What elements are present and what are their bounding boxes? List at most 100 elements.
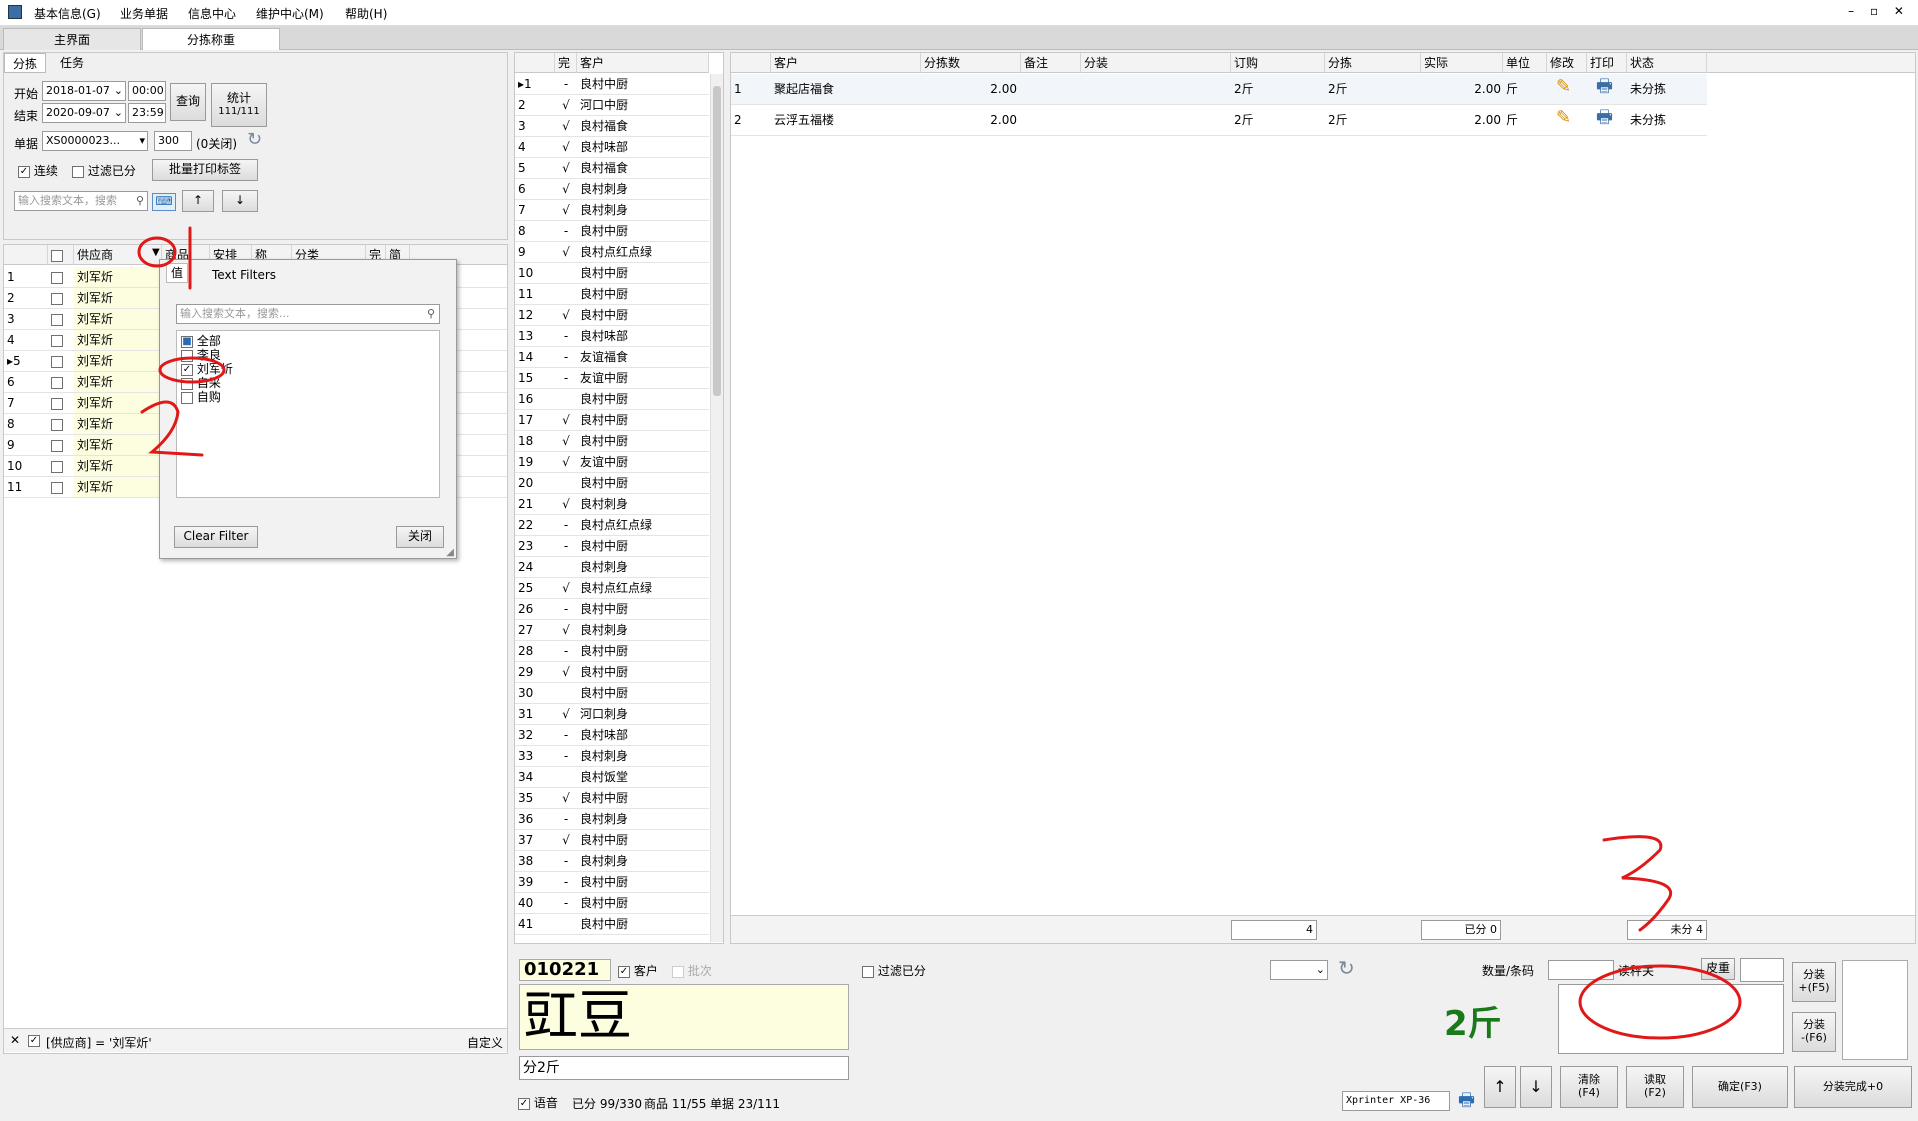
table-row[interactable]: 38 - 良村刺身 (515, 851, 709, 872)
header-unit[interactable]: 单位 (1503, 53, 1547, 73)
header-edit[interactable]: 修改 (1547, 53, 1587, 73)
resize-grip-icon[interactable]: ◢ (446, 547, 454, 558)
pack-finish-button[interactable]: 分装完成+0 (1794, 1066, 1912, 1108)
tab-sort-weigh[interactable]: 分拣称重 (142, 28, 280, 50)
voice-checkbox[interactable]: ✓ 语音 (518, 1094, 558, 1111)
keyboard-icon[interactable]: ⌨ (152, 193, 176, 211)
row-checkbox[interactable] (48, 330, 74, 350)
table-row[interactable]: 29 √ 良村中厨 (515, 662, 709, 683)
table-row[interactable]: 11 良村中厨 (515, 284, 709, 305)
filter-funnel-icon[interactable]: ▼ (152, 247, 160, 258)
header-supplier[interactable]: 供应商 (74, 245, 162, 265)
table-row[interactable]: 3 √ 良村福食 (515, 116, 709, 137)
left-search-input[interactable]: 输入搜索文本，搜索 ⚲ (14, 191, 148, 211)
table-row[interactable]: 36 - 良村刺身 (515, 809, 709, 830)
query-button[interactable]: 查询 (170, 83, 206, 121)
table-row[interactable]: 41 良村中厨 (515, 914, 709, 935)
filter-option[interactable]: 自购 (181, 391, 221, 404)
header-order[interactable]: 订购 (1231, 53, 1325, 73)
table-row[interactable]: 37 √ 良村中厨 (515, 830, 709, 851)
row-checkbox[interactable] (48, 288, 74, 308)
batch-checkbox[interactable]: 批次 (672, 962, 712, 979)
menu-help[interactable]: 帮助(H) (345, 5, 387, 22)
table-row[interactable]: 18 √ 良村中厨 (515, 431, 709, 452)
table-row[interactable]: 34 良村饭堂 (515, 767, 709, 788)
table-row[interactable]: 19 √ 友谊中厨 (515, 452, 709, 473)
printer-icon[interactable]: 🖶 (1593, 77, 1627, 97)
popup-tab-values[interactable]: 值 (166, 263, 188, 283)
subtab-task[interactable]: 任务 (52, 53, 92, 73)
table-row[interactable]: 16 良村中厨 (515, 389, 709, 410)
table-row[interactable]: 30 良村中厨 (515, 683, 709, 704)
table-row[interactable]: 22 - 良村点红点绿 (515, 515, 709, 536)
menu-maintenance[interactable]: 维护中心(M) (256, 5, 324, 22)
tare-button[interactable]: 皮重 (1701, 958, 1735, 980)
pencil-icon[interactable]: ✎ (1553, 108, 1587, 128)
bottom-up-button[interactable]: ↑ (1484, 1066, 1516, 1108)
table-row[interactable]: ▸1 - 良村中厨 (515, 74, 709, 95)
customize-filter-link[interactable]: 自定义 (467, 1034, 503, 1051)
header-actual[interactable]: 实际 (1421, 53, 1503, 73)
row-checkbox[interactable] (48, 414, 74, 434)
popup-close-button[interactable]: 关闭 (396, 526, 444, 548)
printer-select[interactable]: Xprinter XP-36 (1342, 1091, 1450, 1111)
table-row[interactable]: 2 √ 河口中厨 (515, 95, 709, 116)
count-stepper[interactable]: 300 (154, 131, 192, 151)
header-remark[interactable]: 备注 (1021, 53, 1081, 73)
table-row[interactable]: 21 √ 良村刺身 (515, 494, 709, 515)
table-row[interactable]: 20 良村中厨 (515, 473, 709, 494)
start-date-field[interactable]: 2018-01-07 ⌄ (42, 81, 126, 101)
clear-filter-x-icon[interactable]: ✕ (10, 1033, 20, 1047)
scroll-thumb[interactable] (713, 86, 721, 396)
subtab-sort[interactable]: 分拣 (4, 53, 47, 73)
confirm-button[interactable]: 确定(F3) (1692, 1066, 1788, 1108)
table-row[interactable]: 17 √ 良村中厨 (515, 410, 709, 431)
qty-barcode-input[interactable] (1548, 960, 1614, 980)
pack-minus-button[interactable]: 分装 -(F6) (1792, 1012, 1836, 1052)
header-customer[interactable]: 客户 (771, 53, 921, 73)
refresh-icon[interactable]: ↻ (1338, 956, 1355, 980)
table-row[interactable]: 5 √ 良村福食 (515, 158, 709, 179)
table-row[interactable]: 7 √ 良村刺身 (515, 200, 709, 221)
table-row[interactable]: 33 - 良村刺身 (515, 746, 709, 767)
stats-button[interactable]: 统计 111/111 (211, 83, 267, 127)
menu-info-center[interactable]: 信息中心 (188, 5, 236, 22)
table-row[interactable]: 26 - 良村中厨 (515, 599, 709, 620)
row-checkbox[interactable] (48, 267, 74, 287)
popup-search-input[interactable]: 输入搜索文本，搜索... ⚲ (176, 304, 440, 324)
order-select[interactable]: XS0000023... ▾ (42, 131, 148, 151)
filter-option[interactable]: ✓ 刘军炘 (181, 363, 233, 376)
table-row[interactable]: 14 - 友谊福食 (515, 347, 709, 368)
clear-button[interactable]: 清除 (F4) (1560, 1066, 1618, 1108)
table-row[interactable]: 10 良村中厨 (515, 263, 709, 284)
filter-sorted-bottom-checkbox[interactable]: 过滤已分 (862, 962, 926, 979)
table-row[interactable]: 40 - 良村中厨 (515, 893, 709, 914)
row-checkbox[interactable] (48, 477, 74, 497)
table-row[interactable]: 13 - 良村味部 (515, 326, 709, 347)
row-checkbox[interactable] (48, 309, 74, 329)
filter-expression[interactable]: [供应商] = '刘军炘' (46, 1034, 152, 1051)
table-row[interactable]: 4 √ 良村味部 (515, 137, 709, 158)
table-row[interactable]: 24 良村刺身 (515, 557, 709, 578)
header-print[interactable]: 打印 (1587, 53, 1627, 73)
row-checkbox[interactable] (48, 393, 74, 413)
filter-option[interactable]: 李良 (181, 349, 221, 362)
header-customer[interactable]: 客户 (577, 53, 709, 73)
table-row[interactable]: 9 √ 良村点红点绿 (515, 242, 709, 263)
header-sort-qty[interactable]: 分拣数 (921, 53, 1021, 73)
printer-settings-icon[interactable]: 🖶 (1458, 1088, 1475, 1118)
read-scale-toggle[interactable]: 读秤关 (1618, 962, 1654, 979)
header-select-all[interactable] (48, 245, 74, 265)
table-row[interactable]: 28 - 良村中厨 (515, 641, 709, 662)
header-status[interactable]: 状态 (1627, 53, 1707, 73)
table-row[interactable]: 25 √ 良村点红点绿 (515, 578, 709, 599)
refresh-icon[interactable]: ↻ (247, 129, 262, 150)
table-row[interactable]: 12 √ 良村中厨 (515, 305, 709, 326)
read-button[interactable]: 读取 (F2) (1626, 1066, 1684, 1108)
tare-input[interactable] (1740, 958, 1784, 982)
header-done[interactable]: 完 (555, 53, 577, 73)
row-checkbox[interactable] (48, 372, 74, 392)
customer-checkbox[interactable]: ✓ 客户 (618, 962, 658, 979)
menu-basic-info[interactable]: 基本信息(G) (34, 5, 101, 22)
table-row[interactable]: 8 - 良村中厨 (515, 221, 709, 242)
